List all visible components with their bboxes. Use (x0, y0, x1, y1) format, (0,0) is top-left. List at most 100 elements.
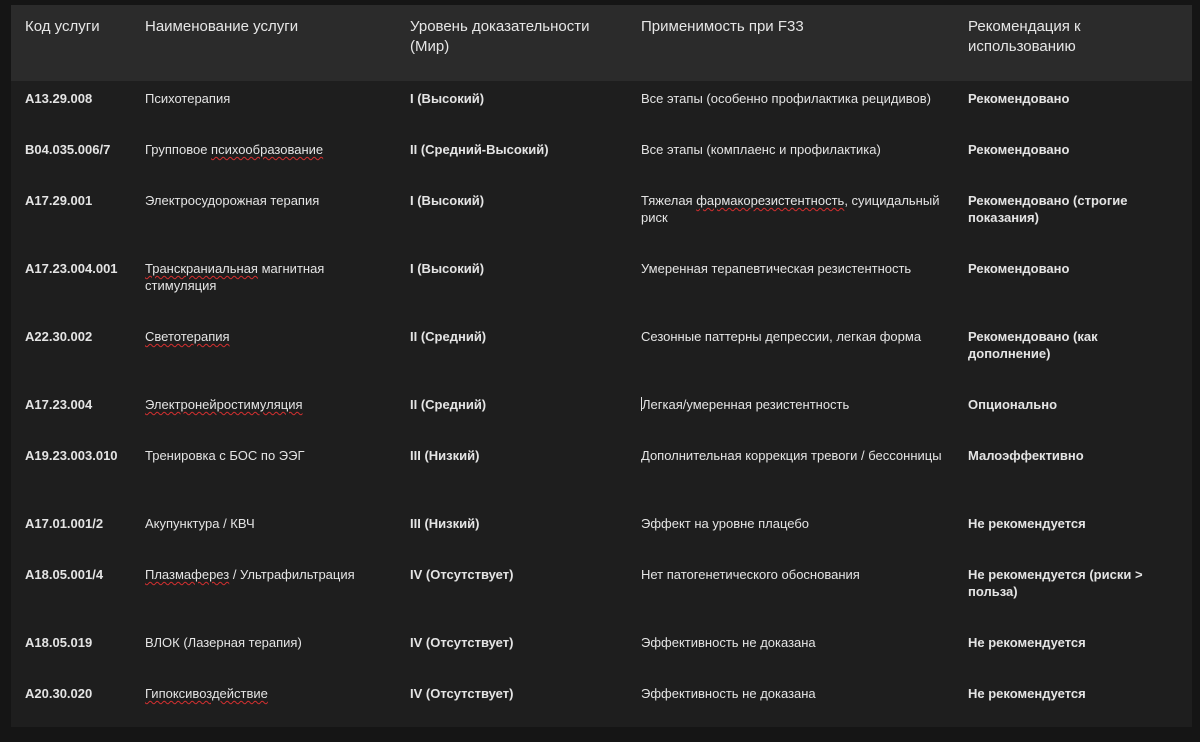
cell-text: Психотерапия (145, 91, 231, 106)
cell-text: Не рекомендуется (968, 686, 1086, 701)
cell-code[interactable]: A17.23.004 (25, 396, 143, 413)
cell-text: Умеренная терапевтическая резистентность (641, 261, 912, 276)
cell-code[interactable]: A18.05.001/4 (25, 566, 143, 583)
cell-evidence[interactable]: II (Средний) (410, 396, 632, 413)
header-recommendation[interactable]: Рекомендация к использованию (968, 17, 1118, 57)
cell-text: Рекомендовано (968, 91, 1070, 106)
header-code[interactable]: Код услуги (25, 17, 143, 37)
cell-evidence[interactable]: II (Средний-Высокий) (410, 141, 632, 158)
cell-recommendation[interactable]: Не рекомендуется (968, 515, 1182, 532)
cell-recommendation[interactable]: Рекомендовано (строгие показания) (968, 192, 1182, 226)
cell-recommendation[interactable]: Не рекомендуется (риски > польза) (968, 566, 1182, 600)
cell-recommendation[interactable]: Рекомендовано (968, 90, 1182, 107)
cell-code[interactable]: A17.23.004.001 (25, 260, 143, 277)
cell-text: Все этапы (особенно профилактика рецидив… (641, 91, 931, 106)
cell-text: A17.23.004.001 (25, 261, 118, 276)
cell-text: Сезонные паттерны депрессии, легкая форм… (641, 329, 922, 344)
cell-text: B04.035.006/7 (25, 142, 111, 157)
cell-applicability[interactable]: Эффективность не доказана (641, 685, 951, 702)
cell-text: Эффективность не доказана (641, 635, 816, 650)
cell-evidence[interactable]: I (Высокий) (410, 90, 632, 107)
cell-evidence[interactable]: III (Низкий) (410, 515, 632, 532)
cell-text: Рекомендовано (968, 142, 1070, 157)
misspelled-word: Гипоксивоздействие (145, 686, 268, 701)
cell-text: Опционально (968, 397, 1058, 412)
cell-name[interactable]: Электронейростимуляция (145, 396, 399, 413)
cell-text: Тренировка с БОС по ЭЭГ (145, 448, 305, 463)
cell-evidence[interactable]: IV (Отсутствует) (410, 566, 632, 583)
cell-text: IV (Отсутствует) (410, 686, 514, 701)
cell-code[interactable]: A17.01.001/2 (25, 515, 143, 532)
cell-applicability[interactable]: Нет патогенетического обоснования (641, 566, 951, 583)
cell-text: II (Средний) (410, 329, 487, 344)
cell-name[interactable]: Гипоксивоздействие (145, 685, 399, 702)
cell-evidence[interactable]: I (Высокий) (410, 192, 632, 209)
misspelled-word: Электронейростимуляция (145, 397, 303, 412)
cell-name[interactable]: Акупунктура / КВЧ (145, 515, 399, 532)
cell-evidence[interactable]: IV (Отсутствует) (410, 685, 632, 702)
header-evidence[interactable]: Уровень доказательности (Мир) (410, 17, 610, 57)
cell-text: Рекомендовано (как дополнение) (968, 329, 1098, 361)
cell-recommendation[interactable]: Рекомендовано (968, 141, 1182, 158)
cell-recommendation[interactable]: Малоэффективно (968, 447, 1182, 464)
cell-name[interactable]: Групповое психообразование (145, 141, 399, 158)
cell-recommendation[interactable]: Не рекомендуется (968, 634, 1182, 651)
cell-name[interactable]: Светотерапия (145, 328, 399, 345)
cell-applicability[interactable]: Легкая/умеренная резистентность (641, 396, 951, 413)
header-name[interactable]: Наименование услуги (145, 17, 399, 37)
cell-text: IV (Отсутствует) (410, 635, 514, 650)
cell-code[interactable]: A22.30.002 (25, 328, 143, 345)
cell-text: A17.01.001/2 (25, 516, 104, 531)
misspelled-word: Светотерапия (145, 329, 230, 344)
cell-name[interactable]: Тренировка с БОС по ЭЭГ (145, 447, 399, 464)
cell-recommendation[interactable]: Не рекомендуется (968, 685, 1182, 702)
cell-code[interactable]: A20.30.020 (25, 685, 143, 702)
cell-applicability[interactable]: Все этапы (особенно профилактика рецидив… (641, 90, 951, 107)
header-applicability[interactable]: Применимость при F33 (641, 17, 941, 37)
cell-text: III (Низкий) (410, 448, 480, 463)
cell-recommendation[interactable]: Рекомендовано (968, 260, 1182, 277)
cell-text: Легкая/умеренная резистентность (642, 397, 850, 412)
cell-name[interactable]: Психотерапия (145, 90, 399, 107)
cell-text: A18.05.019 (25, 635, 93, 650)
cell-name[interactable]: Электросудорожная терапия (145, 192, 399, 209)
cell-text: I (Высокий) (410, 91, 485, 106)
cell-text: I (Высокий) (410, 193, 485, 208)
cell-text: Нет патогенетического обоснования (641, 567, 860, 582)
cell-applicability[interactable]: Умеренная терапевтическая резистентность (641, 260, 951, 277)
cell-text: Эффект на уровне плацебо (641, 516, 810, 531)
cell-code[interactable]: A19.23.003.010 (25, 447, 143, 464)
cell-name[interactable]: ВЛОК (Лазерная терапия) (145, 634, 399, 651)
cell-text: Все этапы (комплаенс и профилактика) (641, 142, 881, 157)
cell-applicability[interactable]: Сезонные паттерны депрессии, легкая форм… (641, 328, 951, 345)
cell-applicability[interactable]: Все этапы (комплаенс и профилактика) (641, 141, 951, 158)
cell-applicability[interactable]: Эффективность не доказана (641, 634, 951, 651)
cell-evidence[interactable]: I (Высокий) (410, 260, 632, 277)
cell-text: II (Средний-Высокий) (410, 142, 549, 157)
services-table: Код услуги Наименование услуги Уровень д… (11, 5, 1192, 727)
cell-text: ВЛОК (Лазерная терапия) (145, 635, 302, 650)
cell-evidence[interactable]: IV (Отсутствует) (410, 634, 632, 651)
cell-text: A22.30.002 (25, 329, 93, 344)
cell-text: Акупунктура / КВЧ (145, 516, 255, 531)
cell-name[interactable]: Транскраниальная магнитная стимуляция (145, 260, 399, 294)
misspelled-word: психообразование (211, 142, 324, 157)
cell-text: A19.23.003.010 (25, 448, 118, 463)
cell-code[interactable]: A18.05.019 (25, 634, 143, 651)
cell-code[interactable]: B04.035.006/7 (25, 141, 143, 158)
cell-text: A20.30.020 (25, 686, 93, 701)
cell-applicability[interactable]: Эффект на уровне плацебо (641, 515, 951, 532)
cell-text: Не рекомендуется (968, 516, 1086, 531)
cell-evidence[interactable]: III (Низкий) (410, 447, 632, 464)
cell-recommendation[interactable]: Опционально (968, 396, 1182, 413)
cell-name[interactable]: Плазмаферез / Ультрафильтрация (145, 566, 399, 583)
cell-applicability[interactable]: Тяжелая фармакорезистентность, суицидаль… (641, 192, 951, 226)
cell-recommendation[interactable]: Рекомендовано (как дополнение) (968, 328, 1182, 362)
cell-code[interactable]: A17.29.001 (25, 192, 143, 209)
cell-code[interactable]: A13.29.008 (25, 90, 143, 107)
cell-applicability[interactable]: Дополнительная коррекция тревоги / бессо… (641, 447, 951, 464)
table-header: Код услуги Наименование услуги Уровень д… (11, 5, 1192, 81)
misspelled-word: Плазмаферез (145, 567, 230, 582)
cell-text: Эффективность не доказана (641, 686, 816, 701)
cell-evidence[interactable]: II (Средний) (410, 328, 632, 345)
